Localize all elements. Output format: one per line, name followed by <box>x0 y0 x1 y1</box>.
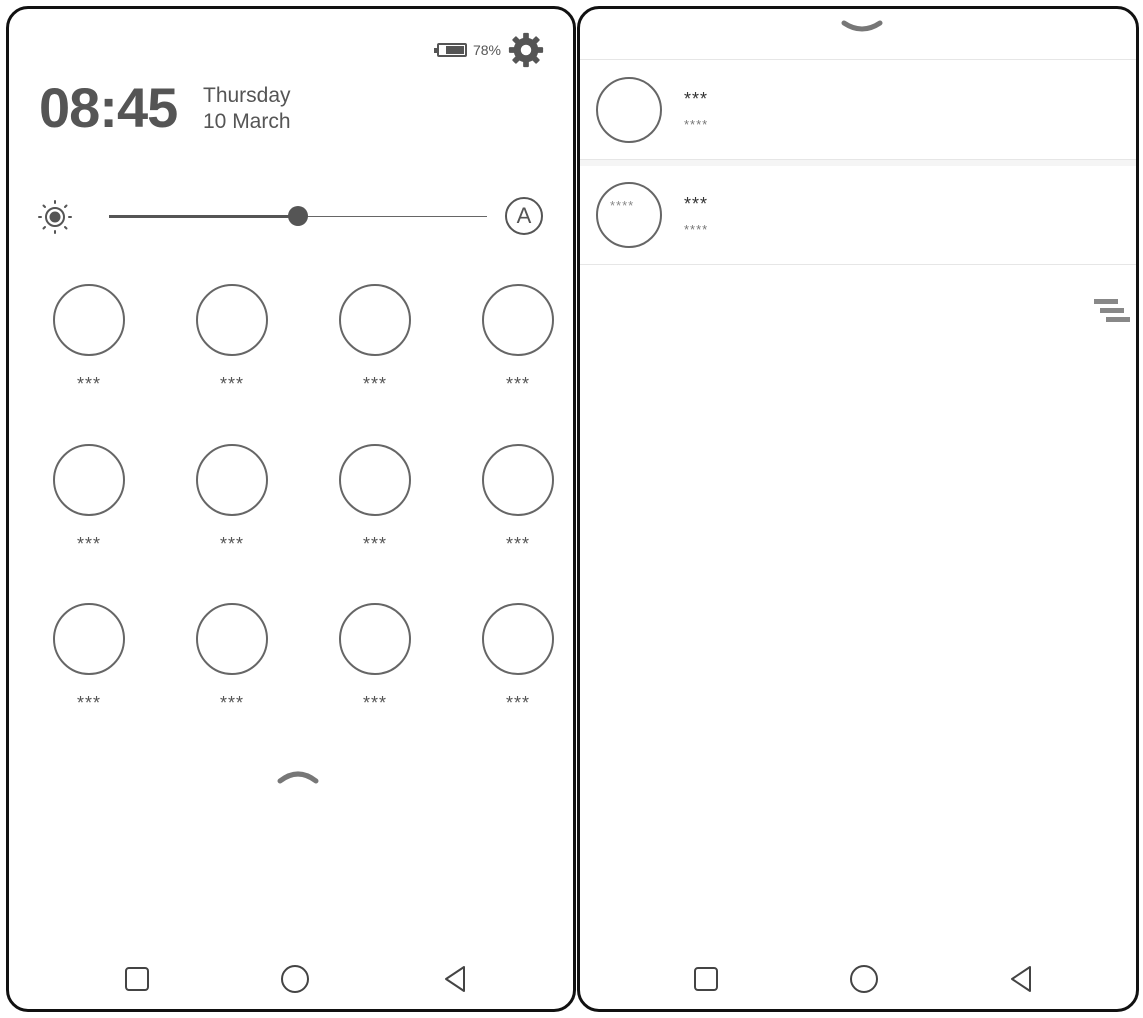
toggle-label: *** <box>505 534 530 554</box>
toggle-label: *** <box>76 693 101 713</box>
notification-subtitle: **** <box>684 117 709 132</box>
status-area: 78% <box>433 31 545 69</box>
toggle-circle-icon[interactable] <box>196 603 268 675</box>
home-circle-icon[interactable] <box>848 963 880 995</box>
toggle-label: *** <box>362 693 387 713</box>
navigation-bar <box>580 949 1136 1009</box>
toggle-circle-icon[interactable] <box>482 603 554 675</box>
clear-all-icon[interactable] <box>1092 297 1132 327</box>
toggle-label: *** <box>76 534 101 554</box>
gear-icon[interactable] <box>507 31 545 69</box>
quick-toggle[interactable]: *** <box>458 284 573 395</box>
notification-time: **** <box>610 198 635 213</box>
back-triangle-icon[interactable] <box>1005 963 1037 995</box>
quick-toggle[interactable]: *** <box>458 603 573 714</box>
toggle-circle-icon[interactable] <box>339 603 411 675</box>
quick-toggle[interactable]: *** <box>315 444 435 555</box>
toggle-label: *** <box>362 374 387 394</box>
quick-toggle[interactable]: *** <box>172 603 292 714</box>
toggle-circle-icon[interactable] <box>196 284 268 356</box>
toggle-circle-icon[interactable] <box>482 444 554 516</box>
toggle-label: *** <box>362 534 387 554</box>
toggle-label: *** <box>505 693 530 713</box>
quick-toggle[interactable]: *** <box>315 603 435 714</box>
toggle-label: *** <box>76 374 101 394</box>
notification-title: *** <box>684 89 709 109</box>
date-label: 10 March <box>203 110 291 133</box>
battery-icon <box>433 43 467 57</box>
toggle-circle-icon[interactable] <box>53 603 125 675</box>
quick-toggle[interactable]: *** <box>315 284 435 395</box>
notification-subtitle: **** <box>684 222 709 237</box>
quick-settings-panel: 78% 08:45 Thursday 10 March A *** *** **… <box>6 6 576 1012</box>
divider <box>580 59 1136 60</box>
toggle-circle-icon[interactable] <box>339 284 411 356</box>
toggle-circle-icon[interactable] <box>53 444 125 516</box>
battery-percent: 78% <box>472 42 501 58</box>
toggle-label: *** <box>219 374 244 394</box>
day-label: Thursday <box>203 84 291 107</box>
app-avatar <box>596 182 662 248</box>
quick-toggle[interactable]: *** <box>458 444 573 555</box>
quick-toggle[interactable]: *** <box>172 284 292 395</box>
toggle-label: *** <box>505 374 530 394</box>
clock-time: 08:45 <box>39 76 178 139</box>
brightness-slider[interactable] <box>109 206 487 226</box>
slider-knob[interactable] <box>288 206 308 226</box>
clock-date: Thursday 10 March <box>203 83 291 135</box>
recents-square-icon[interactable] <box>690 963 722 995</box>
back-triangle-icon[interactable] <box>439 963 471 995</box>
slider-fill <box>109 215 298 218</box>
sun-icon <box>38 200 72 234</box>
navigation-bar <box>9 949 573 1009</box>
auto-brightness-icon[interactable]: A <box>505 197 543 235</box>
toggle-label: *** <box>219 693 244 713</box>
toggle-circle-icon[interactable] <box>196 444 268 516</box>
chevron-down-icon[interactable] <box>840 19 884 37</box>
notification-panel: *** **** *** **** **** <box>577 6 1139 1012</box>
toggle-circle-icon[interactable] <box>53 284 125 356</box>
chevron-up-icon[interactable] <box>276 765 320 785</box>
quick-toggle[interactable]: *** <box>172 444 292 555</box>
toggle-circle-icon[interactable] <box>482 284 554 356</box>
home-circle-icon[interactable] <box>279 963 311 995</box>
quick-toggle[interactable]: *** <box>29 603 149 714</box>
app-avatar <box>596 77 662 143</box>
toggle-circle-icon[interactable] <box>339 444 411 516</box>
notification-item[interactable]: *** **** **** <box>580 166 1136 265</box>
recents-square-icon[interactable] <box>121 963 153 995</box>
quick-toggle[interactable]: *** <box>29 444 149 555</box>
notification-item[interactable]: *** **** <box>580 61 1136 160</box>
toggle-label: *** <box>219 534 244 554</box>
quick-toggle[interactable]: *** <box>29 284 149 395</box>
